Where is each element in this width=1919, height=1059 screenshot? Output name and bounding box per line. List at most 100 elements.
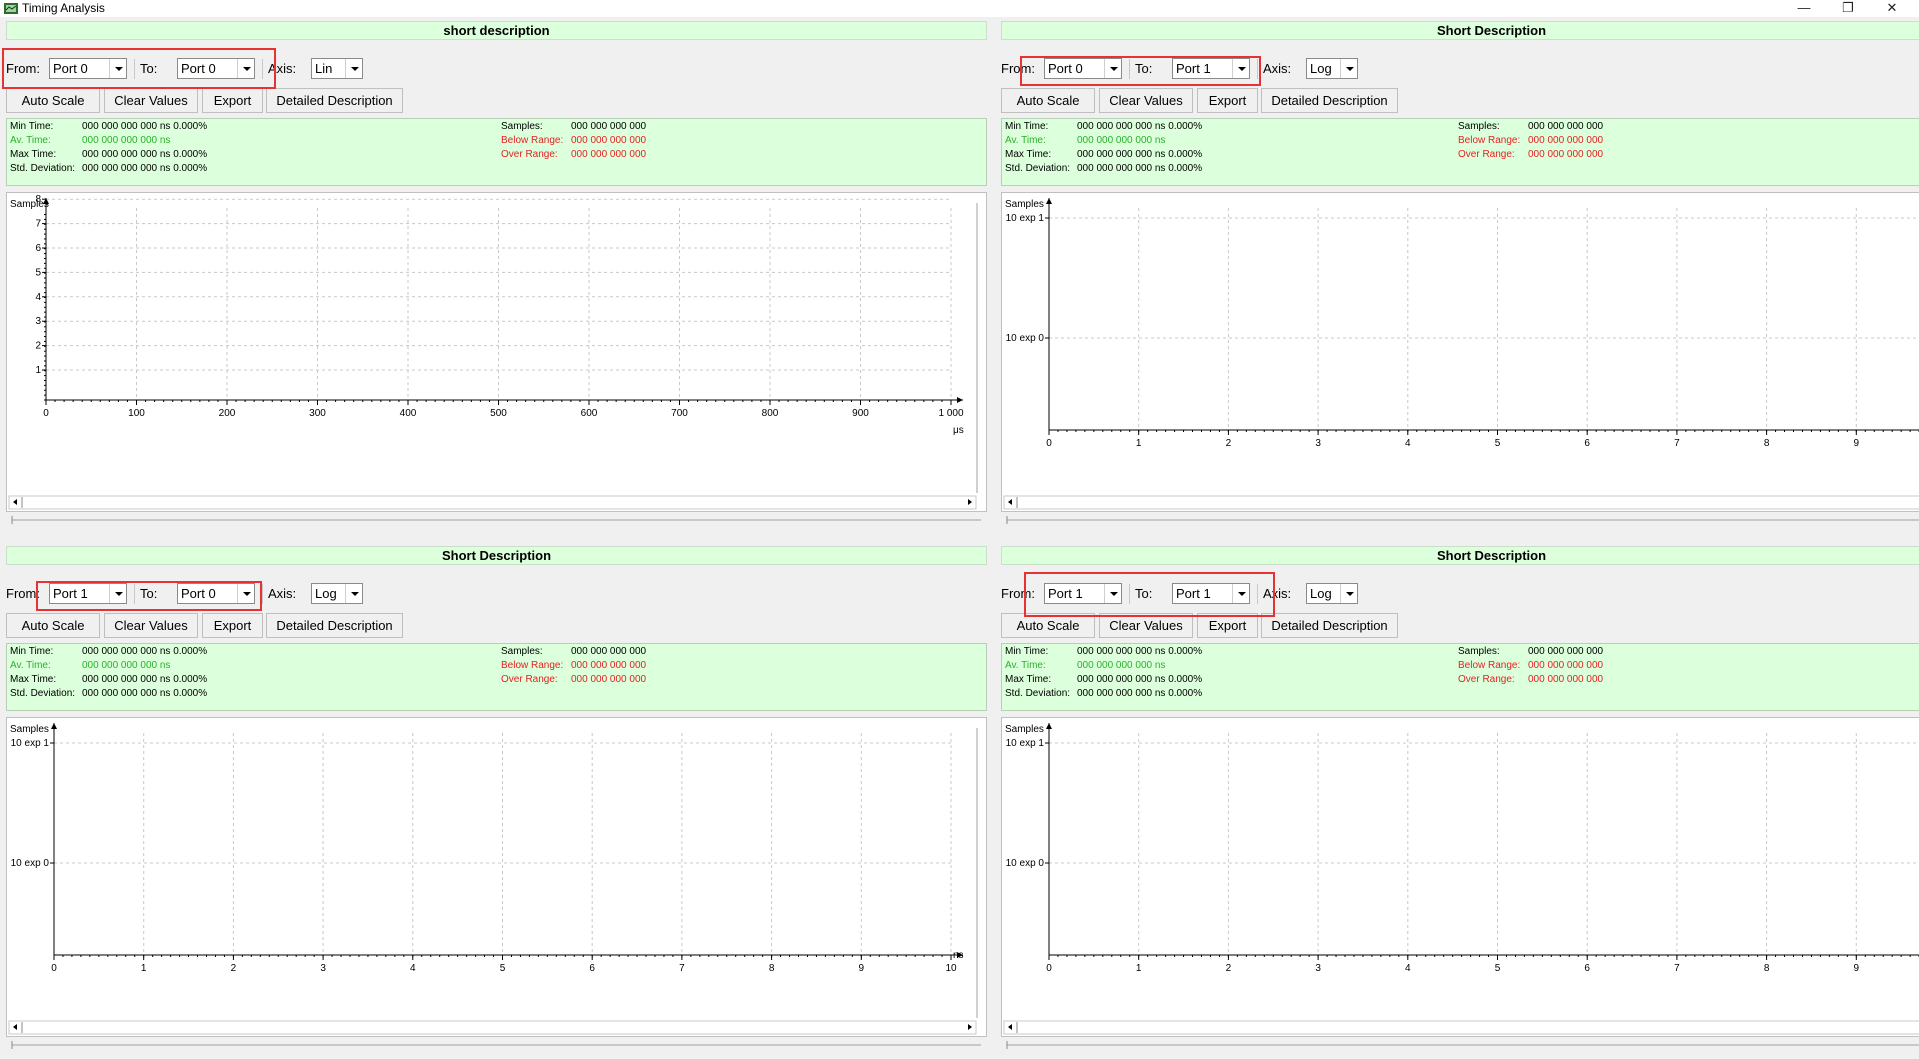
separator [134, 59, 135, 79]
x-tick-label: 0 [51, 963, 57, 974]
chevron-down-icon[interactable] [237, 584, 254, 603]
x-tick-label: 300 [309, 408, 326, 419]
av-time-label: Av. Time: [10, 660, 51, 671]
x-tick-label: 7 [1674, 438, 1680, 449]
separator [1257, 584, 1258, 604]
export-button[interactable]: Export [1197, 613, 1258, 638]
min-time-label: Min Time: [10, 121, 54, 132]
axis-combo[interactable]: Log [1306, 583, 1358, 604]
bottom-scrollbar[interactable] [1001, 1041, 1919, 1049]
y-axis-arrow [51, 723, 57, 729]
min-time-value: 000 000 000 000 ns 0.000% [82, 646, 208, 657]
x-tick-label: 500 [490, 408, 507, 419]
clear-values-button[interactable]: Clear Values [1099, 88, 1193, 113]
statistics-box: Min Time: 000 000 000 000 ns 0.000% Av. … [1001, 118, 1919, 186]
restore-button[interactable]: ❐ [1828, 0, 1868, 17]
horizontal-scrollbar[interactable] [8, 495, 977, 510]
clear-values-button[interactable]: Clear Values [104, 88, 198, 113]
from-label: From: [1001, 61, 1035, 76]
max-time-label: Max Time: [10, 149, 57, 160]
separator [262, 584, 263, 604]
minimize-button[interactable]: — [1784, 0, 1824, 17]
chevron-down-icon[interactable] [1104, 584, 1121, 603]
x-tick-label: 4 [1405, 963, 1411, 974]
from-combo[interactable]: Port 0 [1044, 58, 1122, 79]
horizontal-scrollbar[interactable] [1003, 1020, 1919, 1035]
std-deviation-value: 000 000 000 000 ns 0.000% [1077, 163, 1203, 174]
to-combo[interactable]: Port 1 [1172, 58, 1250, 79]
auto-scale-button[interactable]: Auto Scale [6, 88, 100, 113]
y-tick-label: 8 [35, 194, 41, 205]
axis-combo[interactable]: Lin [311, 58, 363, 79]
auto-scale-button[interactable]: Auto Scale [6, 613, 100, 638]
export-button[interactable]: Export [202, 88, 263, 113]
from-combo-value: Port 0 [53, 61, 88, 76]
chevron-down-icon[interactable] [345, 59, 362, 78]
from-combo-value: Port 1 [53, 586, 88, 601]
bottom-scrollbar[interactable] [6, 1041, 981, 1049]
histogram-graph[interactable]: Samplesns10 exp 110 exp 0012345678910 [1001, 192, 1919, 512]
detailed-description-button[interactable]: Detailed Description [1261, 88, 1398, 113]
detailed-description-button[interactable]: Detailed Description [1261, 613, 1398, 638]
chevron-down-icon[interactable] [109, 584, 126, 603]
chevron-down-icon[interactable] [1232, 59, 1249, 78]
auto-scale-button[interactable]: Auto Scale [1001, 88, 1095, 113]
chevron-down-icon[interactable] [109, 59, 126, 78]
to-combo[interactable]: Port 0 [177, 583, 255, 604]
to-combo[interactable]: Port 1 [1172, 583, 1250, 604]
y-tick-label: 1 [35, 365, 41, 376]
below-range-value: 000 000 000 000 [1528, 660, 1604, 671]
clear-values-button[interactable]: Clear Values [104, 613, 198, 638]
axis-combo[interactable]: Log [311, 583, 363, 604]
horizontal-scrollbar[interactable] [8, 1020, 977, 1035]
min-time-label: Min Time: [1005, 646, 1049, 657]
chevron-down-icon[interactable] [345, 584, 362, 603]
chevron-down-icon[interactable] [237, 59, 254, 78]
histogram-graph[interactable]: Samplesμs1098765432101002003004005006007… [6, 192, 987, 512]
x-tick-label: 900 [852, 408, 869, 419]
clear-values-button[interactable]: Clear Values [1099, 613, 1193, 638]
chevron-down-icon[interactable] [1104, 59, 1121, 78]
horizontal-scrollbar[interactable] [1003, 495, 1919, 510]
over-range-value: 000 000 000 000 [1528, 674, 1604, 685]
short-description-text: Short Description [1436, 23, 1547, 38]
axis-combo[interactable]: Log [1306, 58, 1358, 79]
detailed-description-button[interactable]: Detailed Description [266, 88, 403, 113]
to-combo-value: Port 0 [181, 586, 216, 601]
separator [1129, 584, 1130, 604]
samples-axis-label: Samples [10, 724, 49, 735]
from-combo[interactable]: Port 0 [49, 58, 127, 79]
below-range-value: 000 000 000 000 [571, 660, 647, 671]
chevron-down-icon[interactable] [1232, 584, 1249, 603]
x-tick-label: 9 [859, 963, 865, 974]
from-combo[interactable]: Port 1 [49, 583, 127, 604]
bottom-scrollbar[interactable] [1001, 516, 1919, 524]
from-combo[interactable]: Port 1 [1044, 583, 1122, 604]
x-tick-label: 1 [141, 963, 147, 974]
chevron-down-icon[interactable] [1340, 584, 1357, 603]
auto-scale-button[interactable]: Auto Scale [1001, 613, 1095, 638]
export-button[interactable]: Export [1197, 88, 1258, 113]
detailed-description-button[interactable]: Detailed Description [266, 613, 403, 638]
export-button[interactable]: Export [202, 613, 263, 638]
to-label: To: [140, 586, 158, 601]
separator [262, 59, 263, 79]
over-range-value: 000 000 000 000 [571, 149, 647, 160]
y-tick-label: 3 [35, 316, 41, 327]
std-deviation-value: 000 000 000 000 ns 0.000% [1077, 688, 1203, 699]
x-tick-label: 6 [1584, 963, 1590, 974]
x-tick-label: 600 [581, 408, 598, 419]
x-tick-label: 4 [410, 963, 416, 974]
max-time-label: Max Time: [1005, 674, 1052, 685]
x-tick-label: 2 [231, 963, 237, 974]
histogram-chart: Samplesμs1098765432101002003004005006007… [8, 194, 978, 510]
to-combo[interactable]: Port 0 [177, 58, 255, 79]
chevron-down-icon[interactable] [1340, 59, 1357, 78]
close-button[interactable]: ✕ [1872, 0, 1912, 17]
x-tick-label: 1 [1136, 963, 1142, 974]
histogram-graph[interactable]: Samplesns10 exp 110 exp 0012345678910 [6, 717, 987, 1037]
histogram-graph[interactable]: Samplesns10 exp 110 exp 0012345678910 [1001, 717, 1919, 1037]
bottom-scrollbar[interactable] [6, 516, 981, 524]
below-range-value: 000 000 000 000 [571, 135, 647, 146]
x-tick-label: 700 [671, 408, 688, 419]
